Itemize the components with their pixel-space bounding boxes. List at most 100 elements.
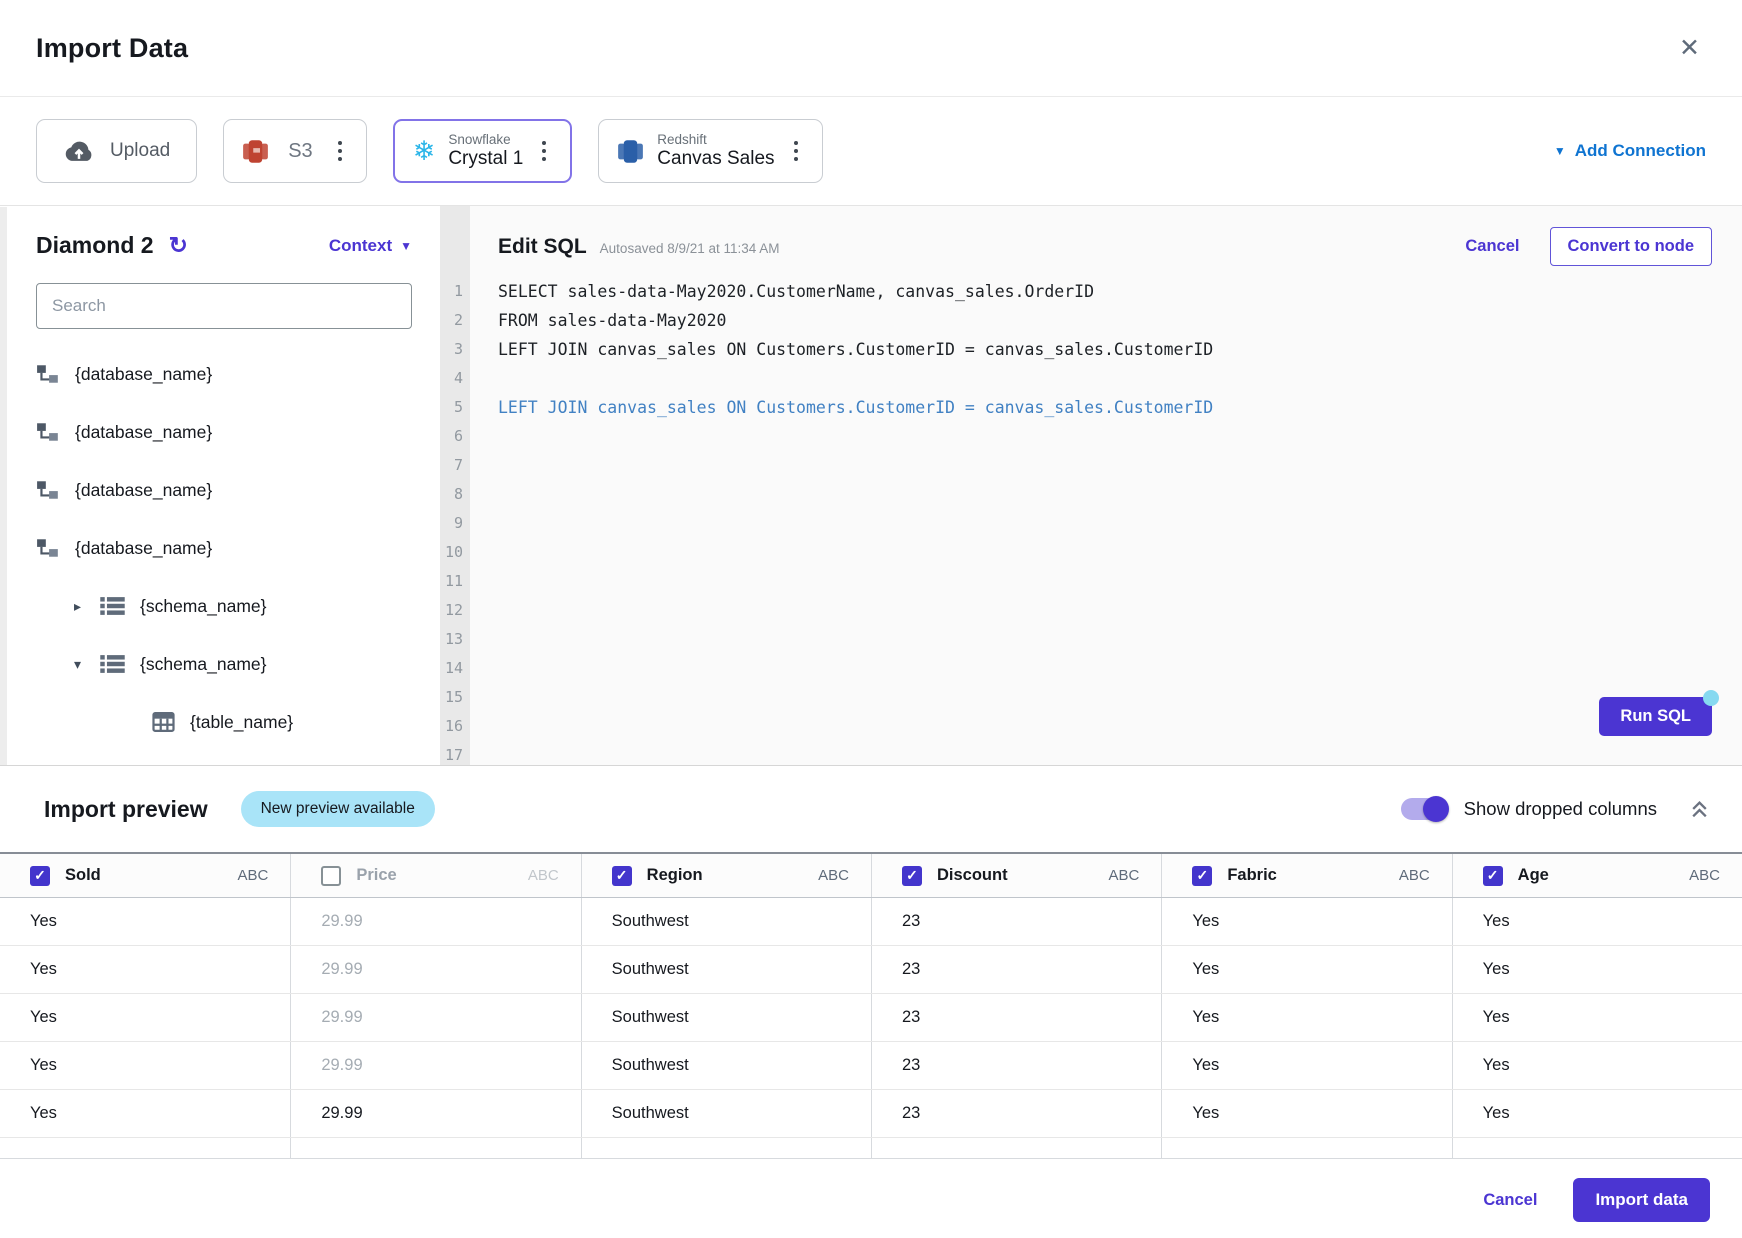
line-number: 7 <box>440 451 463 480</box>
table-cell: Southwest <box>581 1042 871 1089</box>
schema-icon <box>100 654 125 674</box>
import-data-button[interactable]: Import data <box>1573 1178 1710 1222</box>
table-cell: Yes <box>1161 1090 1451 1137</box>
modal-header: Import Data ✕ <box>0 0 1742 97</box>
search-input[interactable] <box>36 283 412 329</box>
table-cell: Yes <box>1161 1042 1451 1089</box>
add-connection-button[interactable]: ▼ Add Connection <box>1554 141 1706 161</box>
table-cell: 23 <box>871 1042 1161 1089</box>
tree-item-label: {schema_name} <box>140 596 266 617</box>
chevron-right-icon[interactable]: ▸ <box>74 598 100 615</box>
line-number: 9 <box>440 509 463 538</box>
table-cell: Yes <box>0 1042 290 1089</box>
column-type-label: ABC <box>237 867 268 884</box>
chevron-down-icon: ▼ <box>400 239 412 253</box>
column-label: Fabric <box>1227 866 1277 885</box>
sql-editor-title: Edit SQL <box>498 235 587 259</box>
table-icon <box>152 712 175 732</box>
chevron-down-icon: ▼ <box>1554 144 1566 158</box>
tree-item-table[interactable]: {table_name} <box>36 693 412 751</box>
redshift-menu-icon[interactable] <box>788 137 804 165</box>
table-row: Yes29.99Southwest23YesYes <box>0 1042 1742 1090</box>
show-dropped-columns-label: Show dropped columns <box>1464 798 1657 820</box>
column-checkbox[interactable]: ✓ <box>1483 866 1503 886</box>
table-cell: 23 <box>871 1090 1161 1137</box>
cancel-button[interactable]: Cancel <box>1483 1191 1537 1210</box>
show-dropped-columns-toggle[interactable] <box>1401 798 1447 820</box>
chevron-down-icon[interactable]: ▾ <box>74 656 100 673</box>
column-type-label: ABC <box>1399 867 1430 884</box>
autosave-status: Autosaved 8/9/21 at 11:34 AM <box>600 241 780 256</box>
tree-item-label: {database_name} <box>75 538 212 559</box>
context-dropdown[interactable]: Context ▼ <box>329 236 412 256</box>
table-row: Yes29.99Southwest23YesYes <box>0 946 1742 994</box>
column-checkbox[interactable]: ✓ <box>30 866 50 886</box>
s3-label: S3 <box>282 140 318 163</box>
sql-code-line <box>498 364 1712 393</box>
sql-code-area[interactable]: SELECT sales-data-May2020.CustomerName, … <box>498 277 1712 422</box>
column-label: Price <box>356 866 396 885</box>
sql-code-line: FROM sales-data-May2020 <box>498 306 1712 335</box>
table-cell: Yes <box>1452 1090 1742 1137</box>
tree-item-database[interactable]: {database_name} <box>36 519 412 577</box>
table-cell: Yes <box>1452 994 1742 1041</box>
column-type-label: ABC <box>1108 867 1139 884</box>
table-cell: 29.99 <box>290 1090 580 1137</box>
column-header-fabric: ✓ Fabric ABC <box>1161 854 1451 897</box>
tree-item-label: {schema_name} <box>140 654 266 675</box>
sql-cancel-button[interactable]: Cancel <box>1465 237 1519 256</box>
connection-card-snowflake[interactable]: ❄ Snowflake Crystal 1 <box>393 119 573 183</box>
convert-to-node-button[interactable]: Convert to node <box>1550 227 1713 266</box>
connection-card-s3[interactable]: S3 <box>223 119 366 183</box>
column-checkbox[interactable]: ✓ <box>902 866 922 886</box>
snowflake-menu-icon[interactable] <box>536 137 552 165</box>
notification-dot <box>1703 690 1719 706</box>
tree-scrollbar[interactable] <box>0 207 7 765</box>
line-number-gutter: 1234567891011121314151617 <box>440 206 470 765</box>
tree-item-database[interactable]: {database_name} <box>36 461 412 519</box>
database-icon <box>36 363 60 385</box>
run-sql-button[interactable]: Run SQL <box>1599 697 1712 736</box>
column-type-label: ABC <box>818 867 849 884</box>
column-checkbox[interactable]: ✓ <box>1192 866 1212 886</box>
toggle-knob <box>1423 796 1449 822</box>
column-checkbox[interactable]: ✓ <box>612 866 632 886</box>
line-number: 6 <box>440 422 463 451</box>
upload-button[interactable]: Upload <box>36 119 197 183</box>
tree-item-database[interactable]: {database_name} <box>36 345 412 403</box>
column-checkbox[interactable] <box>321 866 341 886</box>
tree-item-label: {database_name} <box>75 422 212 443</box>
line-number: 16 <box>440 712 463 741</box>
line-number: 17 <box>440 741 463 770</box>
column-type-label: ABC <box>528 867 559 884</box>
column-type-label: ABC <box>1689 867 1720 884</box>
table-cell: 29.99 <box>290 994 580 1041</box>
column-label: Sold <box>65 866 101 885</box>
table-row-partial <box>0 1138 1742 1159</box>
connection-card-redshift[interactable]: Redshift Canvas Sales <box>598 119 822 183</box>
collapse-section-icon[interactable] <box>1689 800 1710 819</box>
connections-bar: Upload S3 ❄ Snowflake Crystal 1 <box>0 97 1742 206</box>
table-cell: Southwest <box>581 994 871 1041</box>
sql-code-line: LEFT JOIN canvas_sales ON Customers.Cust… <box>498 393 1712 422</box>
table-cell: Yes <box>0 994 290 1041</box>
sql-editor-panel: Edit SQL Autosaved 8/9/21 at 11:34 AM Ca… <box>470 206 1742 765</box>
tree-item-schema[interactable]: ▸ {schema_name} <box>36 577 412 635</box>
table-cell: 23 <box>871 946 1161 993</box>
table-cell: Yes <box>0 1090 290 1137</box>
tree-item-database[interactable]: {database_name} <box>36 403 412 461</box>
refresh-icon[interactable]: ↻ <box>169 234 188 257</box>
table-cell: Yes <box>1161 994 1451 1041</box>
table-header-row: ✓SoldABCPriceABC✓RegionABC✓DiscountABC✓F… <box>0 854 1742 898</box>
s3-menu-icon[interactable] <box>332 137 348 165</box>
line-number: 4 <box>440 364 463 393</box>
tree-item-label: {database_name} <box>75 364 212 385</box>
tree-item-schema[interactable]: ▾ {schema_name} <box>36 635 412 693</box>
close-icon[interactable]: ✕ <box>1679 36 1700 61</box>
line-number: 1 <box>440 277 463 306</box>
s3-icon <box>242 138 269 165</box>
table-cell: 23 <box>871 898 1161 945</box>
page-title: Import Data <box>36 33 188 64</box>
table-row: Yes29.99Southwest23YesYes <box>0 1090 1742 1138</box>
table-cell: 29.99 <box>290 898 580 945</box>
